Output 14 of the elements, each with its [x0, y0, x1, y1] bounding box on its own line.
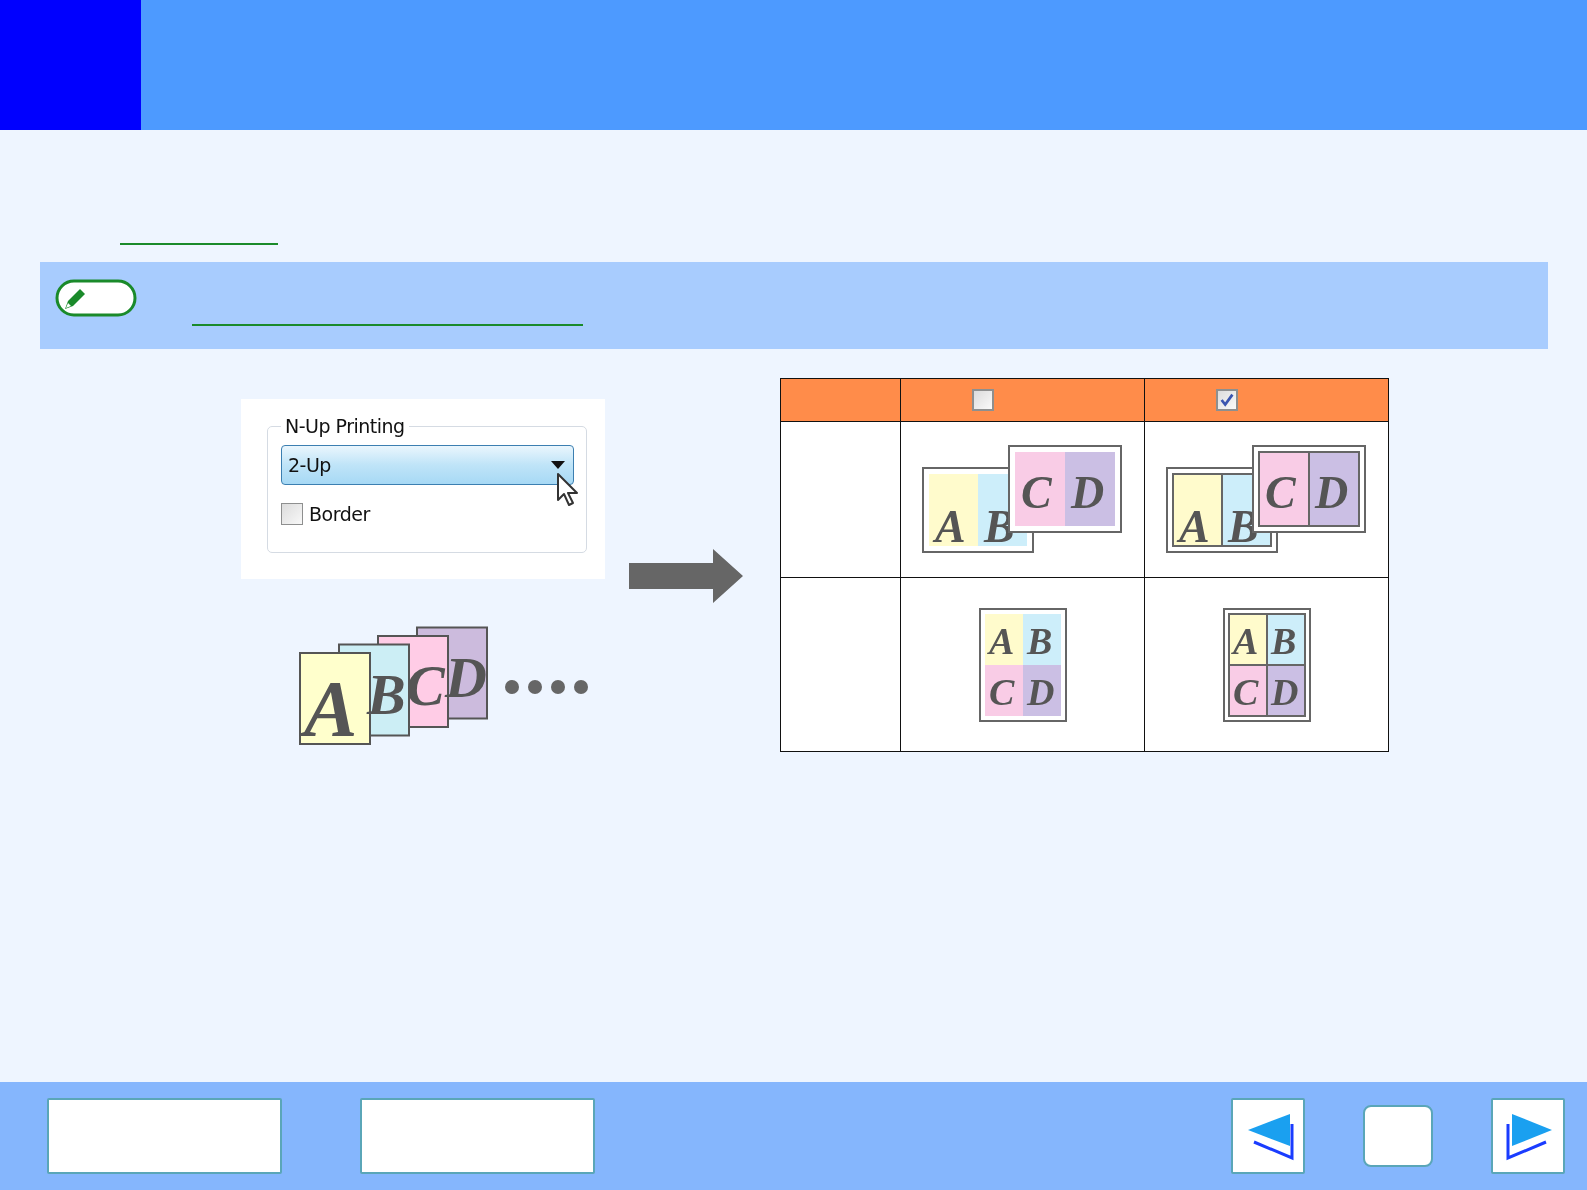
right-arrow-icon: [629, 549, 743, 603]
home-button[interactable]: [1363, 1105, 1433, 1167]
four-up-sheet-drawing: A B C D: [1222, 607, 1311, 722]
nav-button[interactable]: [360, 1098, 595, 1174]
four-up-sheet-drawing: A B C D: [978, 607, 1067, 722]
pencil-icon: [55, 279, 137, 317]
checkbox-label: Border: [309, 503, 370, 525]
forward-button[interactable]: [1491, 1098, 1565, 1174]
group-label: N-Up Printing: [284, 415, 406, 437]
checkbox[interactable]: [281, 503, 303, 525]
nav-button[interactable]: [47, 1098, 282, 1174]
ellipsis-icon: [504, 678, 590, 695]
caret-icon: [551, 461, 565, 469]
back-button[interactable]: [1231, 1098, 1305, 1174]
